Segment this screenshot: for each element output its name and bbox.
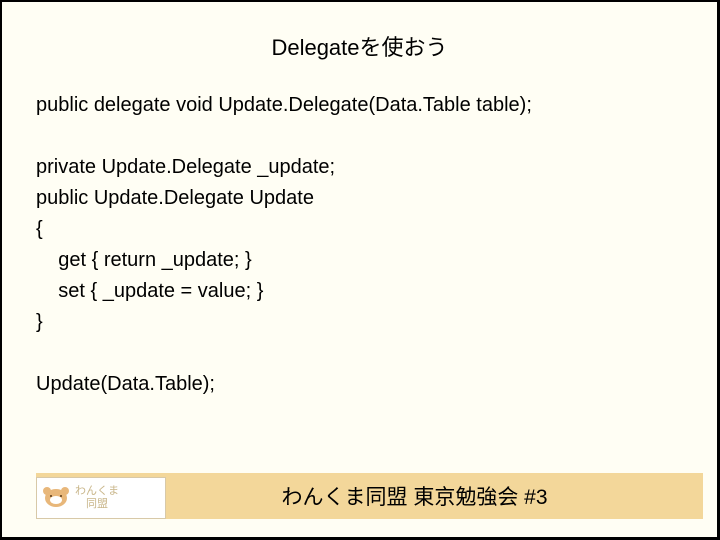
code-block: public delegate void Update.Delegate(Dat… xyxy=(2,72,717,400)
code-line: set { _update = value; } xyxy=(36,276,683,307)
code-line: get { return _update; } xyxy=(36,245,683,276)
code-line: private Update.Delegate _update; xyxy=(36,152,683,183)
logo-text: わんくま 同盟 xyxy=(75,485,119,510)
logo-line2: 同盟 xyxy=(75,498,119,511)
code-line: { xyxy=(36,214,683,245)
logo-line1: わんくま xyxy=(75,485,119,498)
code-line: public Update.Delegate Update xyxy=(36,183,683,214)
code-line: } xyxy=(36,307,683,338)
code-line: Update(Data.Table); xyxy=(36,369,683,400)
slide-title: Delegateを使おう xyxy=(2,2,717,72)
bear-icon xyxy=(43,487,69,509)
code-line: public delegate void Update.Delegate(Dat… xyxy=(36,90,683,121)
blank-line xyxy=(36,121,683,152)
slide: Delegateを使おう public delegate void Update… xyxy=(0,0,720,540)
logo-badge: わんくま 同盟 xyxy=(36,477,166,519)
blank-line xyxy=(36,338,683,369)
footer-bar: わんくま 同盟 わんくま同盟 東京勉強会 #3 xyxy=(36,473,703,519)
